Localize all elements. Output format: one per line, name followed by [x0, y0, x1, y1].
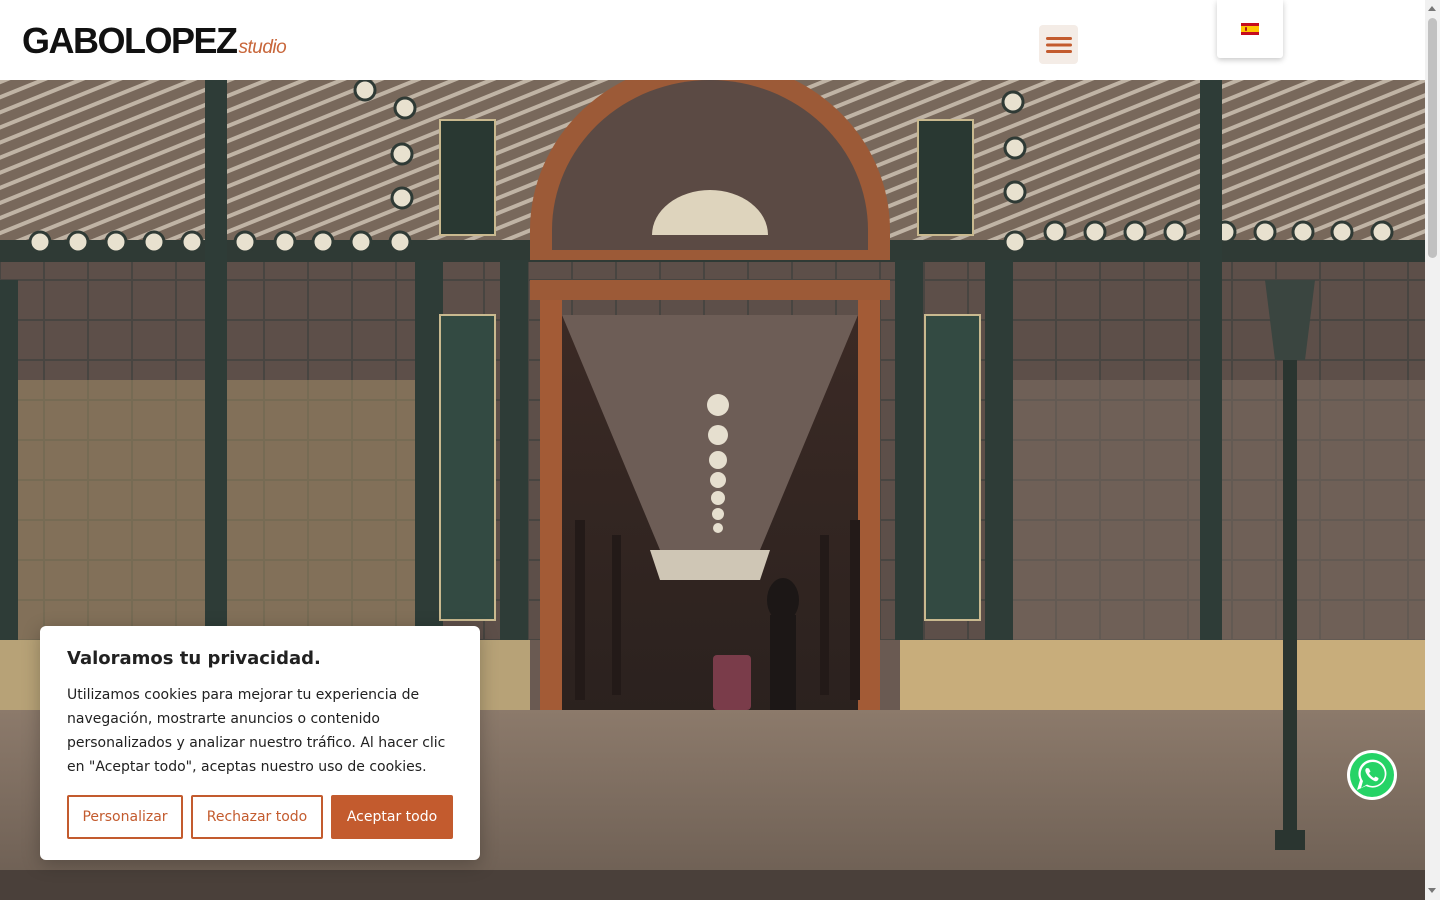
site-header: GABOLOPEZ studio	[0, 0, 1425, 80]
hamburger-menu-icon	[1045, 36, 1072, 53]
whatsapp-button[interactable]	[1346, 749, 1398, 801]
cookie-description: Utilizamos cookies para mejorar tu exper…	[67, 687, 446, 775]
scroll-thumb[interactable]	[1428, 18, 1437, 258]
reject-all-button[interactable]: Rechazar todo	[191, 795, 323, 839]
customize-cookies-button[interactable]: Personalizar	[67, 795, 183, 839]
menu-button[interactable]	[1039, 25, 1078, 64]
scroll-down-arrow-icon[interactable]	[1428, 888, 1436, 893]
site-logo[interactable]: GABOLOPEZ studio	[22, 20, 287, 62]
accept-all-button[interactable]: Aceptar todo	[331, 795, 453, 839]
logo-subtitle: studio	[238, 37, 287, 58]
language-switcher[interactable]	[1217, 0, 1283, 58]
spain-flag-icon	[1241, 23, 1259, 35]
scroll-up-arrow-icon[interactable]	[1428, 6, 1436, 11]
page-scrollbar[interactable]	[1425, 0, 1440, 900]
whatsapp-icon	[1347, 750, 1397, 800]
cookie-consent-banner: Valoramos tu privacidad. Utilizamos cook…	[40, 626, 480, 860]
cookie-actions: Personalizar Rechazar todo Aceptar todo	[67, 795, 453, 839]
logo-wordmark: GABOLOPEZ	[22, 20, 238, 61]
cookie-title: Valoramos tu privacidad.	[67, 648, 321, 669]
